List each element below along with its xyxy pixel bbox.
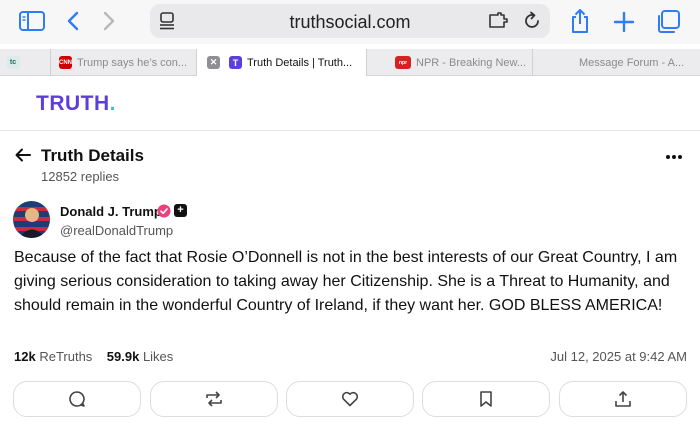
header-divider: [0, 130, 700, 131]
author-handle[interactable]: @realDonaldTrump: [60, 223, 173, 238]
likes-stat[interactable]: 59.9k Likes: [107, 349, 174, 364]
extension-icon[interactable]: [488, 11, 510, 31]
tab-truth-label: Truth Details | Truth...: [247, 56, 353, 69]
heart-icon: [341, 391, 359, 407]
like-button[interactable]: [286, 381, 414, 417]
tab-cnn-label: Trump says he’s con...: [77, 56, 188, 69]
page-title: Truth Details: [41, 146, 144, 165]
tab-npr[interactable]: npr NPR - Breaking New...: [366, 49, 532, 76]
new-tab-icon[interactable]: [612, 10, 636, 34]
tab-npr-label: NPR - Breaking New...: [416, 56, 527, 69]
likes-label: Likes: [142, 349, 174, 364]
likes-count: 59.9k: [106, 349, 140, 364]
bookmark-icon: [480, 391, 492, 407]
tab-cnn[interactable]: CNN Trump says he’s con...: [50, 49, 196, 76]
browser-toolbar: truthsocial.com: [0, 0, 700, 44]
reply-icon: [69, 391, 85, 407]
tab-forum-label: Message Forum - A...: [579, 56, 685, 69]
verified-badge-icon: [157, 204, 171, 223]
reply-button[interactable]: [13, 381, 141, 417]
retruth-button[interactable]: [150, 381, 278, 417]
avatar[interactable]: [13, 201, 50, 238]
tab-truth-details[interactable]: ✕ T Truth Details | Truth...: [196, 49, 366, 76]
bookmark-button[interactable]: [422, 381, 550, 417]
forward-icon[interactable]: [100, 10, 118, 32]
tab-pinned[interactable]: tc: [0, 49, 26, 76]
post-body: Because of the fact that Rosie O’Donnell…: [14, 249, 678, 314]
tc-favicon-icon: tc: [6, 56, 20, 69]
logo-text: TRUTH: [36, 92, 110, 115]
reload-icon[interactable]: [522, 11, 542, 31]
tab-strip: tc CNN Trump says he’s con... ✕ T Truth …: [0, 49, 700, 76]
retruth-icon: [206, 391, 222, 407]
more-options-icon[interactable]: [665, 148, 683, 171]
tab-message-forum[interactable]: Message Forum - A...: [532, 49, 700, 76]
retruths-label: ReTruths: [39, 349, 93, 364]
close-tab-icon[interactable]: ✕: [207, 56, 220, 69]
share-icon[interactable]: [568, 8, 592, 34]
tab-overview-icon[interactable]: [655, 9, 681, 35]
cnn-favicon-icon: CNN: [59, 56, 72, 69]
back-arrow-icon[interactable]: [14, 146, 32, 169]
retruths-stat[interactable]: 12k ReTruths: [14, 349, 92, 364]
sidebar-icon[interactable]: [18, 10, 46, 32]
share-post-icon: [615, 391, 631, 407]
replies-count: 12852 replies: [41, 169, 120, 184]
retruths-count: 12k: [14, 349, 36, 364]
share-post-button[interactable]: [559, 381, 687, 417]
npr-favicon-icon: npr: [395, 56, 411, 69]
back-icon[interactable]: [64, 10, 82, 32]
address-bar[interactable]: truthsocial.com: [150, 4, 550, 38]
post-timestamp: Jul 12, 2025 at 9:42 AM: [550, 349, 687, 364]
logo-dot: .: [109, 92, 116, 115]
author-name[interactable]: Donald J. Trump: [60, 204, 162, 219]
post-stats: 12k ReTruths 59.9k Likes: [14, 349, 173, 364]
truth-favicon-icon: T: [229, 56, 242, 69]
truth-logo[interactable]: TRUTH.: [36, 92, 116, 116]
plus-badge: +: [174, 204, 187, 217]
